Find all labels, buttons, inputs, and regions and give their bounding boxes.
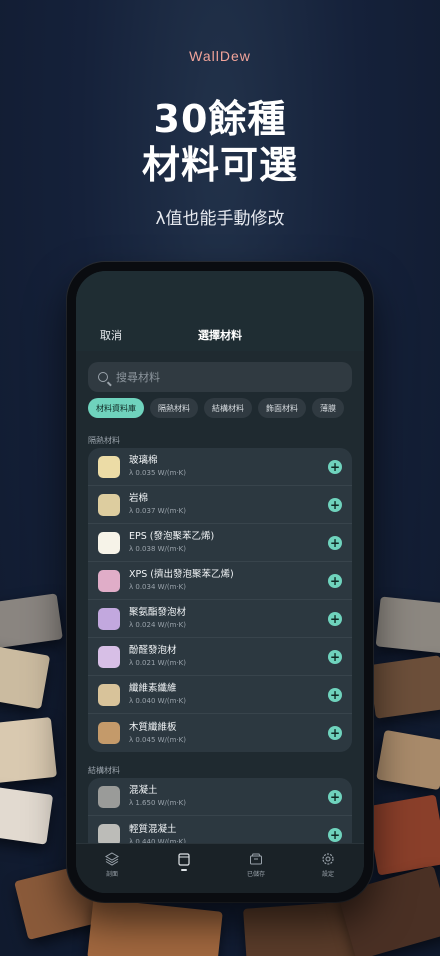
list-item[interactable]: 酚醛發泡材 λ 0.021 W/(m·K) + bbox=[88, 638, 352, 676]
phone-frame: 取消 選擇材料 材料資料庫 隔熱材料 結構材料 飾面材料 薄膜 隔熱材料 玻璃棉… bbox=[67, 262, 373, 902]
material-name: 木質纖維板 bbox=[129, 721, 177, 733]
list-item[interactable]: 混凝土 λ 1.650 W/(m·K) + bbox=[88, 778, 352, 816]
list-item[interactable]: 聚氨酯發泡材 λ 0.024 W/(m·K) + bbox=[88, 600, 352, 638]
chip-insulation[interactable]: 隔熱材料 bbox=[150, 398, 198, 418]
material-name: 聚氨酯發泡材 bbox=[129, 607, 187, 618]
wall-icon bbox=[178, 853, 190, 866]
chip-membrane[interactable]: 薄膜 bbox=[312, 398, 344, 418]
search-input[interactable] bbox=[116, 370, 336, 384]
tab-label: 設定 bbox=[321, 871, 334, 878]
sheet-title: 選擇材料 bbox=[198, 329, 242, 342]
material-swatch bbox=[98, 607, 120, 630]
list-item[interactable]: EPS (發泡聚苯乙烯) λ 0.038 W/(m·K) + bbox=[88, 524, 352, 562]
add-icon[interactable]: + bbox=[328, 687, 342, 702]
material-swatch bbox=[98, 531, 120, 554]
tab-wall[interactable] bbox=[159, 852, 209, 893]
material-swatch bbox=[98, 683, 120, 706]
material-lambda: λ 0.034 W/(m·K) bbox=[129, 583, 187, 591]
archive-icon bbox=[250, 853, 262, 865]
material-lambda: λ 0.035 W/(m·K) bbox=[129, 469, 187, 477]
list-item[interactable]: 木質纖維板 λ 0.045 W/(m·K) + bbox=[88, 714, 352, 752]
material-lambda: λ 0.045 W/(m·K) bbox=[129, 735, 187, 744]
list-item[interactable]: 玻璃棉 λ 0.035 W/(m·K) + bbox=[88, 448, 352, 486]
material-name: 玻璃棉 bbox=[129, 455, 158, 466]
material-name: XPS (擠出發泡聚苯乙烯) bbox=[129, 569, 234, 580]
add-icon[interactable]: + bbox=[328, 573, 342, 588]
material-lambda: λ 0.037 W/(m·K) bbox=[129, 507, 187, 515]
add-icon[interactable]: + bbox=[328, 649, 342, 664]
hero-title-line2: 材料可選 bbox=[141, 143, 298, 187]
material-name: 輕質混凝土 bbox=[129, 823, 177, 835]
search-icon bbox=[98, 372, 108, 382]
hero-title-line1: 30餘種 bbox=[153, 97, 287, 141]
hero-subtitle: λ值也能手動修改 bbox=[155, 209, 285, 229]
material-name: 酚醛發泡材 bbox=[129, 645, 177, 656]
material-swatch bbox=[98, 569, 120, 592]
tab-label: 剖面 bbox=[105, 871, 118, 878]
hero-title: 30餘種 材料可選 bbox=[0, 96, 440, 188]
section-label-structure: 結構材料 bbox=[88, 766, 120, 775]
material-swatch bbox=[98, 722, 120, 744]
material-name: 纖維素纖維 bbox=[129, 683, 177, 694]
chip-finish[interactable]: 飾面材料 bbox=[258, 398, 306, 418]
tab-settings[interactable]: 設定 bbox=[303, 852, 353, 893]
category-chips: 材料資料庫 隔熱材料 結構材料 飾面材料 薄膜 bbox=[88, 398, 364, 418]
material-swatch bbox=[98, 455, 120, 478]
material-name: EPS (發泡聚苯乙烯) bbox=[129, 531, 215, 542]
add-icon[interactable]: + bbox=[328, 535, 342, 550]
tab-bar: 剖面 已儲存 設定 bbox=[76, 843, 364, 893]
material-lambda: λ 1.650 W/(m·K) bbox=[129, 799, 187, 807]
add-icon[interactable]: + bbox=[328, 497, 342, 512]
add-icon[interactable]: + bbox=[328, 828, 342, 842]
chip-structure[interactable]: 結構材料 bbox=[204, 398, 252, 418]
material-name: 岩棉 bbox=[129, 493, 149, 504]
add-icon[interactable]: + bbox=[328, 789, 342, 804]
material-swatch bbox=[98, 785, 120, 808]
search-bar[interactable] bbox=[88, 362, 352, 392]
layers-icon bbox=[105, 852, 119, 866]
add-icon[interactable]: + bbox=[328, 726, 342, 740]
list-item[interactable]: 纖維素纖維 λ 0.040 W/(m·K) + bbox=[88, 676, 352, 714]
add-icon[interactable]: + bbox=[328, 459, 342, 474]
material-lambda: λ 0.021 W/(m·K) bbox=[129, 659, 187, 667]
gear-icon bbox=[322, 853, 334, 865]
add-icon[interactable]: + bbox=[328, 611, 342, 626]
chip-database[interactable]: 材料資料庫 bbox=[88, 398, 144, 418]
list-item[interactable]: XPS (擠出發泡聚苯乙烯) λ 0.034 W/(m·K) + bbox=[88, 562, 352, 600]
material-lambda: λ 0.040 W/(m·K) bbox=[129, 697, 187, 705]
insulation-list: 玻璃棉 λ 0.035 W/(m·K) + 岩棉 λ 0.037 W/(m·K) +… bbox=[88, 448, 352, 752]
tab-label bbox=[181, 869, 187, 871]
phone-screen: 取消 選擇材料 材料資料庫 隔熱材料 結構材料 飾面材料 薄膜 隔熱材料 玻璃棉… bbox=[76, 271, 364, 893]
material-name: 混凝土 bbox=[129, 785, 158, 796]
material-lambda: λ 0.024 W/(m·K) bbox=[129, 621, 187, 629]
tab-label: 已儲存 bbox=[246, 871, 265, 878]
material-lambda: λ 0.038 W/(m·K) bbox=[129, 545, 187, 553]
tab-saved[interactable]: 已儲存 bbox=[231, 852, 281, 893]
tab-section[interactable]: 剖面 bbox=[87, 852, 137, 893]
list-item[interactable]: 岩棉 λ 0.037 W/(m·K) + bbox=[88, 486, 352, 524]
brand-name: WallDew bbox=[189, 48, 251, 64]
material-swatch bbox=[98, 645, 120, 668]
section-label-insulation: 隔熱材料 bbox=[88, 436, 120, 445]
material-swatch bbox=[98, 493, 120, 516]
